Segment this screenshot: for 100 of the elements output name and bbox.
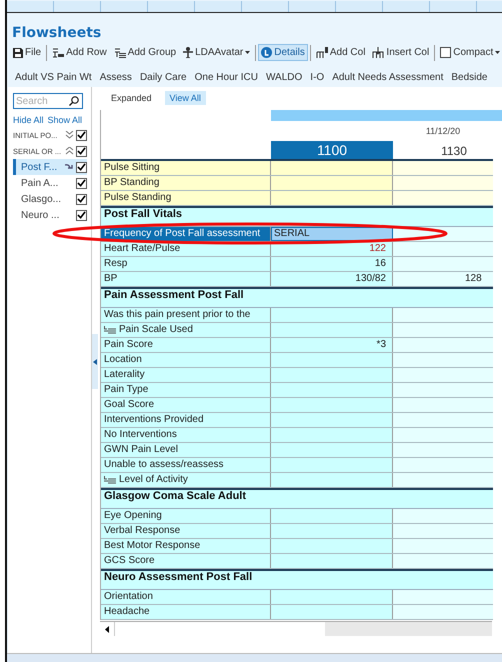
checkbox[interactable]	[76, 162, 87, 172]
toolbar-button[interactable]: Insert Col	[369, 44, 432, 61]
row-label[interactable]: Laterality	[101, 368, 271, 382]
row-label[interactable]: Verbal Response	[101, 524, 271, 538]
table-cell[interactable]	[393, 605, 493, 619]
table-cell[interactable]	[271, 509, 393, 523]
row-label[interactable]: Unable to assess/reassess	[101, 458, 271, 472]
table-cell[interactable]	[393, 323, 493, 337]
view-tab[interactable]: Expanded	[106, 91, 157, 105]
row-label[interactable]: GWN Pain Level	[101, 443, 271, 457]
table-cell[interactable]	[393, 242, 493, 256]
table-cell[interactable]	[393, 443, 493, 457]
table-cell[interactable]	[393, 473, 493, 487]
table-cell[interactable]	[393, 191, 493, 205]
row-label[interactable]: Eye Opening	[101, 509, 271, 523]
row-label[interactable]: Pain Type	[101, 383, 271, 397]
table-cell[interactable]	[393, 308, 493, 322]
row-label[interactable]: Headache	[101, 605, 271, 619]
sidebar-item[interactable]: Neuro ...	[13, 207, 87, 223]
table-cell[interactable]	[271, 413, 393, 427]
flowsheet-tab[interactable]: One Hour ICU	[194, 72, 258, 83]
row-label[interactable]: No Interventions	[101, 428, 271, 442]
table-cell[interactable]	[271, 308, 393, 322]
flowsheet-tab[interactable]: Daily Care	[140, 72, 187, 83]
table-cell[interactable]	[393, 161, 493, 175]
toolbar-button[interactable]: Add Row	[49, 44, 110, 61]
row-label[interactable]: Was this pain present prior to the	[101, 308, 271, 322]
link[interactable]: Show All	[48, 115, 82, 125]
row-label[interactable]: Pulse Standing	[101, 191, 271, 205]
row-label[interactable]: Level of Activity	[101, 473, 271, 487]
table-cell[interactable]	[271, 443, 393, 457]
table-cell[interactable]	[393, 176, 493, 190]
row-label[interactable]: BP Standing	[101, 176, 271, 190]
table-cell[interactable]	[393, 413, 493, 427]
table-cell[interactable]	[271, 539, 393, 553]
table-cell[interactable]	[393, 458, 493, 472]
checkbox[interactable]	[76, 194, 87, 204]
table-cell[interactable]	[271, 605, 393, 619]
table-cell[interactable]	[393, 524, 493, 538]
table-cell[interactable]: *3	[271, 338, 393, 352]
scrollbar-thumb[interactable]	[115, 622, 325, 636]
table-cell[interactable]: SERIAL	[271, 227, 393, 241]
table-cell[interactable]: 128	[393, 272, 493, 286]
checkbox[interactable]	[76, 130, 87, 140]
table-cell[interactable]	[393, 257, 493, 271]
sidebar-item[interactable]: Glasgo...	[13, 191, 87, 207]
checkbox[interactable]	[76, 178, 87, 188]
flowsheet-tab[interactable]: WALDO	[266, 72, 302, 83]
table-cell[interactable]	[393, 353, 493, 367]
table-cell[interactable]	[393, 554, 493, 568]
table-cell[interactable]	[393, 590, 493, 604]
table-cell[interactable]	[271, 353, 393, 367]
flowsheet-tab[interactable]: Bedside	[451, 72, 488, 83]
search-field[interactable]: Search	[13, 93, 83, 109]
row-label[interactable]: Best Motor Response	[101, 539, 271, 553]
checkbox[interactable]	[76, 210, 87, 220]
toolbar-button[interactable]: Details	[258, 44, 308, 61]
row-label[interactable]: Pain Score	[101, 338, 271, 352]
table-cell[interactable]	[271, 554, 393, 568]
collapse-handle[interactable]	[92, 334, 98, 389]
toolbar-button[interactable]: LDAAvatar	[180, 44, 254, 61]
table-cell[interactable]: 130/82	[271, 272, 393, 286]
time-column-header[interactable]: 1130	[393, 143, 502, 159]
flowsheet-tab[interactable]: Assess	[100, 72, 132, 83]
row-label[interactable]: Resp	[101, 257, 271, 271]
compact-toggle[interactable]: Compact	[437, 44, 502, 61]
table-cell[interactable]	[393, 383, 493, 397]
table-cell[interactable]	[271, 524, 393, 538]
row-label[interactable]: Frequency of Post Fall assessment	[101, 227, 271, 241]
row-label[interactable]: Goal Score	[101, 398, 271, 412]
table-cell[interactable]: 16	[271, 257, 393, 271]
row-label[interactable]: Location	[101, 353, 271, 367]
table-cell[interactable]	[393, 338, 493, 352]
table-cell[interactable]	[271, 368, 393, 382]
table-cell[interactable]	[393, 368, 493, 382]
table-cell[interactable]	[271, 458, 393, 472]
view-tab[interactable]: View All	[164, 91, 206, 105]
toolbar-button[interactable]: Add Col	[312, 44, 368, 61]
table-cell[interactable]	[271, 191, 393, 205]
row-label[interactable]: Pulse Sitting	[101, 161, 271, 175]
table-cell[interactable]	[271, 428, 393, 442]
toolbar-button[interactable]: Add Group	[110, 44, 180, 61]
time-column-header[interactable]: 1100	[271, 141, 393, 159]
table-cell[interactable]	[271, 161, 393, 175]
table-cell[interactable]	[393, 398, 493, 412]
link[interactable]: Hide All	[13, 115, 44, 125]
row-label[interactable]: Pain Scale Used	[101, 323, 271, 337]
table-cell[interactable]	[393, 509, 493, 523]
row-label[interactable]: Interventions Provided	[101, 413, 271, 427]
table-cell[interactable]	[271, 398, 393, 412]
table-cell[interactable]	[271, 323, 393, 337]
flowsheet-tab[interactable]: Adult Needs Assessment	[332, 72, 444, 83]
checkbox[interactable]	[440, 47, 452, 58]
row-label[interactable]: GCS Score	[101, 554, 271, 568]
flowsheet-tab[interactable]: I-O	[310, 72, 324, 83]
sidebar-item[interactable]: Pain A...	[13, 175, 87, 191]
flowsheet-tab[interactable]: Adult VS Pain Wt	[15, 72, 92, 83]
toolbar-button[interactable]: File	[10, 44, 44, 61]
checkbox[interactable]	[76, 146, 87, 156]
sidebar-item[interactable]: Post F...	[13, 159, 87, 175]
